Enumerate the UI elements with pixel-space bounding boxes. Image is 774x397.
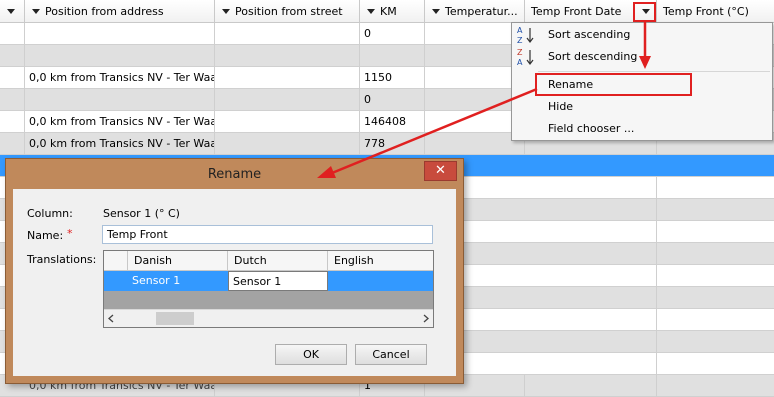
- column-header-position-from-street[interactable]: Position from street: [215, 0, 360, 23]
- scrollbar-thumb[interactable]: [156, 312, 194, 325]
- column-header-km[interactable]: KM: [360, 0, 425, 23]
- menu-item-field-chooser[interactable]: Field chooser ...: [514, 118, 770, 140]
- svg-text:A: A: [517, 26, 523, 35]
- svg-text:A: A: [517, 58, 523, 67]
- sort-descending-icon: Z A: [517, 48, 534, 67]
- sort-ascending-icon: A Z: [517, 26, 534, 45]
- translations-grid: Danish Dutch English Sensor 1 Sensor 1: [103, 250, 434, 328]
- header-dropdown-highlight-box: [633, 2, 656, 22]
- ok-button[interactable]: OK: [275, 344, 347, 365]
- menu-item-hide[interactable]: Hide: [514, 96, 770, 118]
- column-header-dutch[interactable]: Dutch: [228, 251, 328, 271]
- dropdown-arrow-icon[interactable]: [367, 9, 375, 14]
- translations-header: Danish Dutch English: [104, 251, 433, 271]
- column-value: Sensor 1 (° C): [103, 207, 180, 220]
- column-header-danish[interactable]: Danish: [128, 251, 228, 271]
- menu-item-sort-ascending[interactable]: A Z Sort ascending: [514, 24, 770, 46]
- dropdown-arrow-icon[interactable]: [432, 9, 440, 14]
- svg-text:Z: Z: [517, 48, 523, 57]
- translation-cell-danish[interactable]: Sensor 1: [128, 271, 228, 291]
- column-label: Column:: [27, 207, 73, 220]
- rename-highlight-box: [535, 73, 692, 96]
- dialog-title: Rename: [207, 167, 262, 182]
- svg-text:Z: Z: [517, 36, 523, 45]
- column-header-english[interactable]: English: [328, 251, 433, 271]
- scroll-left-icon[interactable]: [107, 314, 115, 323]
- column-header-temperature[interactable]: Temperatur...: [425, 0, 525, 23]
- dialog-body: Column: Sensor 1 (° C) Name: * Temp Fron…: [13, 189, 456, 376]
- cancel-button[interactable]: Cancel: [355, 344, 427, 365]
- dropdown-arrow-icon[interactable]: [7, 9, 15, 14]
- dropdown-arrow-icon[interactable]: [222, 9, 230, 14]
- horizontal-scrollbar[interactable]: [104, 309, 433, 327]
- name-input[interactable]: Temp Front: [102, 225, 433, 244]
- column-header-temp-front[interactable]: Temp Front (°C): [657, 0, 774, 23]
- column-header-position-from-address[interactable]: Position from address: [25, 0, 215, 23]
- scroll-right-icon[interactable]: [422, 314, 430, 323]
- dropdown-arrow-icon[interactable]: [32, 9, 40, 14]
- translation-cell-dutch[interactable]: Sensor 1: [228, 271, 328, 291]
- translation-row[interactable]: Sensor 1 Sensor 1: [104, 271, 433, 291]
- menu-separator: [538, 71, 770, 72]
- required-indicator: *: [67, 227, 73, 240]
- close-icon[interactable]: ✕: [424, 161, 457, 181]
- column-header-indicator[interactable]: [0, 0, 25, 23]
- translation-cell-english[interactable]: [328, 271, 433, 291]
- menu-item-sort-descending[interactable]: Z A Sort descending: [514, 46, 770, 68]
- grid-header-row: Position from address Position from stre…: [0, 0, 774, 23]
- name-label: Name:: [27, 229, 64, 242]
- translations-label: Translations:: [27, 253, 97, 266]
- empty-grid-area: [104, 291, 433, 309]
- rename-dialog: Rename ✕ Column: Sensor 1 (° C) Name: * …: [5, 158, 464, 384]
